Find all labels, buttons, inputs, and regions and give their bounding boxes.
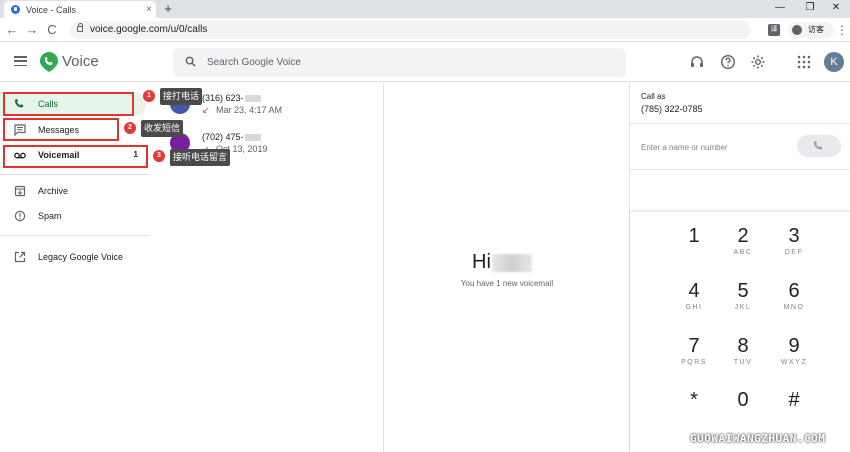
greeting: Hi [472, 251, 532, 274]
missed-call-arrow-icon: ↙ [202, 105, 210, 115]
dialpad-key[interactable]: 5 JKL [718, 279, 768, 323]
help-icon[interactable] [720, 54, 736, 70]
tab-title: Voice - Calls [26, 4, 77, 15]
spam-icon [14, 210, 26, 222]
annotation-tip-3: 接听电话留言 [170, 149, 231, 166]
url-field[interactable]: voice.google.com/u/0/calls [70, 21, 750, 39]
profile-button[interactable]: 访客 [788, 22, 834, 38]
window-close-button[interactable]: ✕ [822, 0, 850, 18]
search-bar[interactable] [173, 48, 626, 77]
call-as-label: Call as [641, 92, 666, 101]
watermark-text: GUOWAIWANGZHUAN.COM [690, 432, 826, 445]
app-header: Voice K [0, 42, 850, 82]
voicemail-icon [14, 152, 26, 159]
nav-item-spam[interactable]: Spam [0, 204, 150, 228]
search-icon [185, 56, 196, 67]
forward-button[interactable]: → [23, 21, 41, 39]
dialpad-key[interactable]: 7 PQRS [669, 334, 719, 378]
nav-item-calls[interactable]: Calls [0, 92, 146, 116]
dialpad-key[interactable]: # [769, 388, 819, 432]
call-button[interactable] [797, 135, 841, 157]
dialpad-key[interactable]: 6 MNO [769, 279, 819, 323]
open-external-icon [14, 251, 26, 263]
voicemail-count-badge: 1 [133, 150, 138, 159]
archive-icon [14, 185, 26, 197]
nav-label-voicemail: Voicemail [38, 150, 80, 160]
nav-item-voicemail[interactable]: Voicemail 1 [0, 143, 150, 167]
new-tab-button[interactable]: + [160, 1, 176, 17]
minimize-button[interactable]: — [766, 0, 794, 18]
url-text: voice.google.com/u/0/calls [90, 24, 208, 35]
tab-close-icon[interactable]: × [142, 4, 156, 15]
name-or-number-input[interactable] [641, 140, 791, 154]
reload-button[interactable]: C [43, 21, 61, 39]
translate-icon[interactable]: 译 [768, 24, 780, 36]
call-date: Mar 23, 4:17 AM [216, 105, 283, 115]
app-name: Voice [62, 53, 99, 70]
annotation-badge-1: 1 [143, 90, 155, 102]
phone-icon [814, 141, 823, 150]
browser-tab[interactable]: Voice - Calls × [4, 1, 156, 18]
nav-item-legacy[interactable]: Legacy Google Voice [0, 245, 150, 269]
nav-label-archive: Archive [38, 186, 69, 196]
browser-tab-strip: Voice - Calls × + — ❐ ✕ [0, 0, 850, 18]
dialpad-key[interactable]: 9 WXYZ [769, 334, 819, 378]
voice-favicon-icon [11, 5, 20, 14]
search-input[interactable] [207, 48, 607, 77]
center-panel: Hi You have 1 new voicemail [385, 83, 629, 452]
dialpad-key[interactable]: 1 [669, 224, 719, 268]
annotation-tip-2: 收发短信 [141, 120, 184, 137]
voice-logo-icon [40, 52, 58, 72]
headset-support-icon[interactable] [689, 54, 705, 70]
nav-item-archive[interactable]: Archive [0, 179, 150, 203]
nav-label-spam: Spam [38, 211, 62, 221]
browser-menu-icon[interactable]: ⋮ [836, 22, 848, 38]
settings-gear-icon[interactable] [750, 54, 766, 70]
dialer-divider [630, 169, 850, 170]
call-number: (316) 623- [202, 93, 261, 103]
call-number: (702) 475- [202, 132, 261, 142]
nav-divider [0, 174, 150, 175]
phone-icon [15, 99, 24, 108]
dialer-panel: Call as (785) 322-0785 1 2ABC 3DEF 4GHI … [629, 83, 850, 452]
nav-label-messages: Messages [38, 125, 80, 135]
hamburger-menu-icon[interactable] [14, 56, 27, 67]
call-as-number: (785) 322-0785 [641, 104, 703, 114]
message-icon [14, 124, 26, 136]
dialpad-key[interactable]: 0 [718, 388, 768, 432]
apps-grid-icon[interactable] [796, 54, 812, 70]
address-bar-row: ← → C voice.google.com/u/0/calls 译 访客 ⋮ [0, 18, 850, 42]
annotation-badge-3: 3 [153, 150, 165, 162]
nav-label-calls: Calls [38, 99, 59, 109]
call-list: (316) 623- ↙ Mar 23, 4:17 AM (702) 475- … [150, 83, 384, 452]
dialpad-key[interactable]: 4 GHI [669, 279, 719, 323]
nav-label-legacy: Legacy Google Voice [38, 252, 124, 262]
voicemail-note: You have 1 new voicemail [460, 279, 554, 288]
account-avatar[interactable]: K [824, 52, 844, 72]
back-button[interactable]: ← [3, 21, 21, 39]
restore-button[interactable]: ❐ [796, 0, 824, 18]
dialpad: 1 2 ABC 3 DEF 4 GHI 5 JKL 6 MNO 7 PQRS 8 TUV 9W… [630, 211, 850, 452]
profile-avatar-icon [792, 25, 802, 35]
annotation-badge-2: 2 [124, 122, 136, 134]
nav-divider [0, 235, 150, 236]
dialpad-key[interactable]: 2 ABC [718, 224, 768, 268]
dialer-divider [630, 123, 850, 124]
annotation-tip-1: 接打电话 [160, 88, 203, 105]
dialpad-key[interactable]: 3 DEF [769, 224, 819, 268]
profile-label: 访客 [808, 25, 824, 34]
lock-icon [77, 23, 83, 32]
dialpad-key[interactable]: 8 TUV [718, 334, 768, 378]
dialpad-key[interactable]: * [669, 388, 719, 432]
left-navigation: Calls Messages Voicemail 1 Archive Spam … [0, 83, 150, 452]
